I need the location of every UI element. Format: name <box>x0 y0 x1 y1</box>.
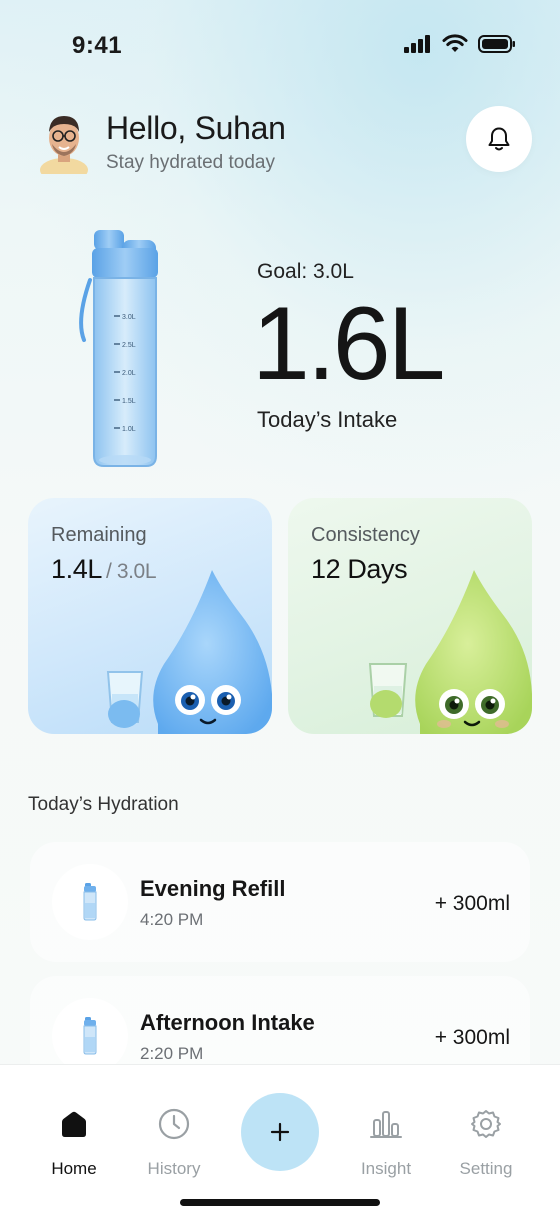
clock-icon <box>129 1105 219 1143</box>
log-amount: + 300ml <box>434 892 510 915</box>
tab-insight[interactable]: Insight <box>341 1105 431 1185</box>
bottle-mark: 1.0L <box>122 426 136 433</box>
log-icon-container <box>52 864 128 940</box>
intake-value: 1.6L <box>252 286 445 402</box>
log-time: 2:20 PM <box>140 1044 204 1063</box>
hydration-section-title: Today’s Hydration <box>28 794 179 815</box>
greeting-subtitle: Stay hydrated today <box>106 152 275 173</box>
notifications-button[interactable] <box>466 106 532 172</box>
plus-icon <box>270 1122 290 1142</box>
bottom-tab-bar: Home History Insight Setting <box>0 1064 560 1218</box>
header: Hello, Suhan Stay hydrated today <box>38 104 532 176</box>
remaining-card[interactable]: Remaining 1.4L/ 3.0L <box>28 498 272 734</box>
water-bottle-icon: 3.0L 2.5L 2.0L 1.5L 1.0L <box>79 230 158 467</box>
log-title: Afternoon Intake <box>140 1010 315 1035</box>
water-bottle-icon <box>83 1017 97 1055</box>
status-icons <box>404 34 516 54</box>
bottle-mark: 3.0L <box>122 314 136 321</box>
bottle-mark: 2.5L <box>122 342 136 349</box>
bell-icon <box>488 127 510 151</box>
bar-chart-icon <box>341 1105 431 1143</box>
water-bottle-icon <box>83 883 97 921</box>
wifi-icon <box>442 34 468 52</box>
log-amount: + 300ml <box>434 1026 510 1049</box>
tab-setting-label: Setting <box>459 1159 513 1178</box>
remaining-amount: 1.4L <box>51 554 102 584</box>
status-bar: 9:41 <box>0 0 560 90</box>
consistency-card[interactable]: Consistency 12 Days <box>288 498 532 734</box>
tab-home-label: Home <box>51 1159 97 1178</box>
intake-label: Today’s Intake <box>257 407 398 432</box>
log-icon-container <box>52 998 128 1074</box>
consistency-label: Consistency <box>311 524 420 546</box>
hydration-list-item[interactable]: Evening Refill 4:20 PM + 300ml <box>30 842 530 962</box>
status-time: 9:41 <box>72 32 123 59</box>
log-time: 4:20 PM <box>140 910 204 929</box>
add-intake-button[interactable] <box>241 1093 319 1171</box>
log-title: Evening Refill <box>140 876 286 901</box>
tab-history-label: History <box>147 1159 201 1178</box>
battery-icon <box>478 35 515 53</box>
greeting: Hello, Suhan <box>106 110 286 146</box>
remaining-label: Remaining <box>51 524 147 546</box>
blue-drop-mascot-icon <box>106 570 272 734</box>
green-drop-mascot-icon <box>368 570 532 734</box>
home-indicator <box>180 1199 380 1206</box>
gear-icon <box>441 1105 531 1143</box>
intake-hero: 3.0L 2.5L 2.0L 1.5L 1.0L Goal: 3.0L 1.6L… <box>0 220 560 480</box>
tab-history[interactable]: History <box>129 1105 219 1185</box>
tab-home[interactable]: Home <box>29 1105 119 1185</box>
goal-label: Goal: 3.0L <box>257 260 354 283</box>
bottle-mark: 2.0L <box>122 370 136 377</box>
home-icon <box>29 1105 119 1143</box>
tab-setting[interactable]: Setting <box>441 1105 531 1185</box>
avatar[interactable] <box>38 108 90 174</box>
signal-icon <box>404 35 430 53</box>
tab-insight-label: Insight <box>360 1159 412 1178</box>
bottle-mark: 1.5L <box>122 398 136 405</box>
